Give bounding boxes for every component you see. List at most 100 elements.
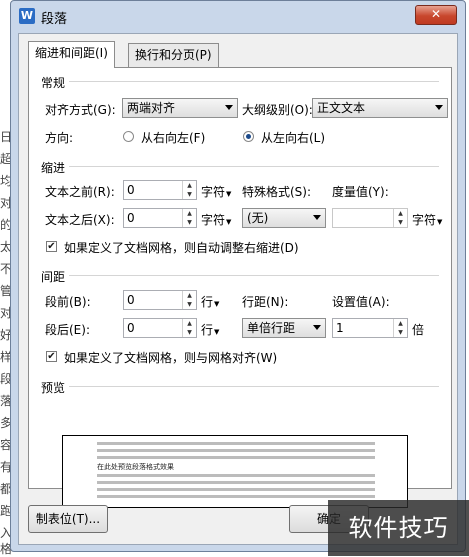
- close-icon: ✕: [430, 7, 442, 21]
- spacing-before-input[interactable]: 0 ▲ ▼: [123, 290, 197, 310]
- spin-buttons[interactable]: ▲ ▼: [182, 181, 196, 199]
- preview-previous-paragraph-line: [97, 449, 375, 452]
- spin-up-icon[interactable]: ▲: [183, 181, 196, 190]
- direction-label: 方向:: [45, 131, 74, 145]
- dropdown-icon: ▼: [226, 190, 232, 198]
- divider: [69, 386, 439, 387]
- spin-buttons[interactable]: ▲ ▼: [393, 209, 407, 227]
- spin-down-icon[interactable]: ▼: [394, 218, 407, 227]
- section-general-title: 常规: [41, 76, 66, 90]
- special-format-value: (无): [247, 211, 269, 225]
- spin-down-icon[interactable]: ▼: [183, 328, 196, 337]
- outline-level-label: 大纲级别(O):: [242, 103, 313, 117]
- spacing-after-input[interactable]: 0 ▲ ▼: [123, 318, 197, 338]
- preview-next-paragraph-line: [97, 488, 375, 491]
- spacing-after-unit-text: 行: [201, 323, 214, 337]
- spacing-after-value: 0: [127, 321, 135, 335]
- auto-adjust-label[interactable]: 如果定义了文档网格，则自动调整右缩进(D): [64, 239, 299, 256]
- spin-up-icon[interactable]: ▲: [394, 319, 407, 328]
- dialog-body: 缩进和间距(I) 换行和分页(P) 常规 对齐方式(G): 两端对齐 大纲级别(…: [18, 33, 458, 545]
- set-value-value: 1: [336, 321, 344, 335]
- spin-up-icon[interactable]: ▲: [394, 209, 407, 218]
- chevron-down-icon: [225, 105, 233, 110]
- spin-buttons[interactable]: ▲ ▼: [182, 209, 196, 227]
- preview-previous-paragraph-line: [97, 442, 375, 445]
- snap-to-grid-label[interactable]: 如果定义了文档网格，则与网格对齐(W): [64, 349, 277, 366]
- section-preview-title: 预览: [41, 381, 66, 395]
- dropdown-icon: ▼: [214, 300, 220, 308]
- indent-before-label: 文本之前(R):: [45, 185, 115, 199]
- spacing-before-unit-text: 行: [201, 295, 214, 309]
- section-spacing-title: 间距: [41, 270, 66, 284]
- spacing-before-value: 0: [127, 293, 135, 307]
- line-spacing-label: 行距(N):: [242, 295, 289, 309]
- preview-previous-paragraph-line: [97, 456, 375, 459]
- indent-before-unit[interactable]: 字符▼: [201, 183, 231, 200]
- indent-after-input[interactable]: 0 ▲ ▼: [123, 208, 197, 228]
- spin-down-icon[interactable]: ▼: [183, 190, 196, 199]
- auto-adjust-checkbox[interactable]: ✔: [46, 241, 57, 252]
- divider: [69, 166, 439, 167]
- rtl-radio-label[interactable]: 从右向左(F): [141, 129, 205, 146]
- alignment-label: 对齐方式(G):: [45, 103, 116, 117]
- spin-buttons[interactable]: ▲ ▼: [182, 291, 196, 309]
- spacing-after-unit[interactable]: 行▼: [201, 321, 219, 338]
- indent-before-unit-text: 字符: [201, 185, 226, 199]
- tab-line-page-breaks[interactable]: 换行和分页(P): [128, 43, 219, 67]
- section-indent-title: 缩进: [41, 161, 66, 175]
- indent-after-unit[interactable]: 字符▼: [201, 211, 231, 228]
- rtl-radio[interactable]: [123, 131, 134, 142]
- ltr-radio-label[interactable]: 从左向右(L): [261, 129, 325, 146]
- spin-down-icon[interactable]: ▼: [183, 300, 196, 309]
- indent-before-value: 0: [127, 183, 135, 197]
- dropdown-icon: ▼: [437, 218, 443, 226]
- line-spacing-value: 单倍行距: [247, 321, 296, 335]
- preview-box: 在此处预览段落格式效果: [62, 435, 408, 508]
- chevron-down-icon: [313, 325, 321, 330]
- set-value-unit: 倍: [412, 323, 425, 337]
- divider: [69, 81, 439, 82]
- chevron-down-icon: [435, 105, 443, 110]
- spin-up-icon[interactable]: ▲: [183, 209, 196, 218]
- indent-after-unit-text: 字符: [201, 213, 226, 227]
- set-value-input[interactable]: 1 ▲ ▼: [332, 318, 408, 338]
- paragraph-dialog: W 段落 ✕ 缩进和间距(I) 换行和分页(P) 常规 对齐方式(G): 两端对…: [10, 0, 466, 552]
- alignment-value: 两端对齐: [127, 101, 176, 115]
- special-format-label: 特殊格式(S):: [242, 185, 312, 199]
- spacing-before-label: 段前(B):: [45, 295, 91, 309]
- indent-after-value: 0: [127, 211, 135, 225]
- spin-up-icon[interactable]: ▲: [183, 291, 196, 300]
- dropdown-icon: ▼: [226, 218, 232, 226]
- indent-before-input[interactable]: 0 ▲ ▼: [123, 180, 197, 200]
- special-format-select[interactable]: (无): [242, 208, 326, 228]
- measure-input[interactable]: ▲ ▼: [332, 208, 408, 228]
- tab-stops-button[interactable]: 制表位(T)...: [28, 505, 108, 533]
- preview-next-paragraph-line: [97, 495, 375, 498]
- wps-writer-icon: W: [19, 8, 35, 24]
- spin-buttons[interactable]: ▲ ▼: [182, 319, 196, 337]
- divider: [69, 275, 439, 276]
- spin-down-icon[interactable]: ▼: [183, 218, 196, 227]
- ltr-radio[interactable]: [243, 131, 254, 142]
- tab-indent-spacing[interactable]: 缩进和间距(I): [28, 41, 115, 68]
- outline-level-select[interactable]: 正文文本: [312, 98, 448, 118]
- spin-up-icon[interactable]: ▲: [183, 319, 196, 328]
- site-watermark: 软件技巧: [328, 500, 469, 556]
- preview-next-paragraph-line: [97, 481, 375, 484]
- measure-unit[interactable]: 字符▼: [412, 211, 442, 228]
- spacing-before-unit[interactable]: 行▼: [201, 293, 219, 310]
- spin-down-icon[interactable]: ▼: [394, 328, 407, 337]
- dropdown-icon: ▼: [214, 328, 220, 336]
- close-button[interactable]: ✕: [415, 5, 457, 25]
- line-spacing-select[interactable]: 单倍行距: [242, 318, 326, 338]
- dialog-title: 段落: [41, 12, 68, 27]
- alignment-select[interactable]: 两端对齐: [122, 98, 238, 118]
- outline-level-value: 正文文本: [317, 101, 366, 115]
- snap-to-grid-checkbox[interactable]: ✔: [46, 351, 57, 362]
- measure-label: 度量值(Y):: [332, 185, 389, 199]
- spin-buttons[interactable]: ▲ ▼: [393, 319, 407, 337]
- preview-sample-text: 在此处预览段落格式效果: [97, 463, 174, 471]
- chevron-down-icon: [313, 215, 321, 220]
- title-bar[interactable]: W 段落 ✕: [11, 1, 465, 33]
- indent-after-label: 文本之后(X):: [45, 213, 115, 227]
